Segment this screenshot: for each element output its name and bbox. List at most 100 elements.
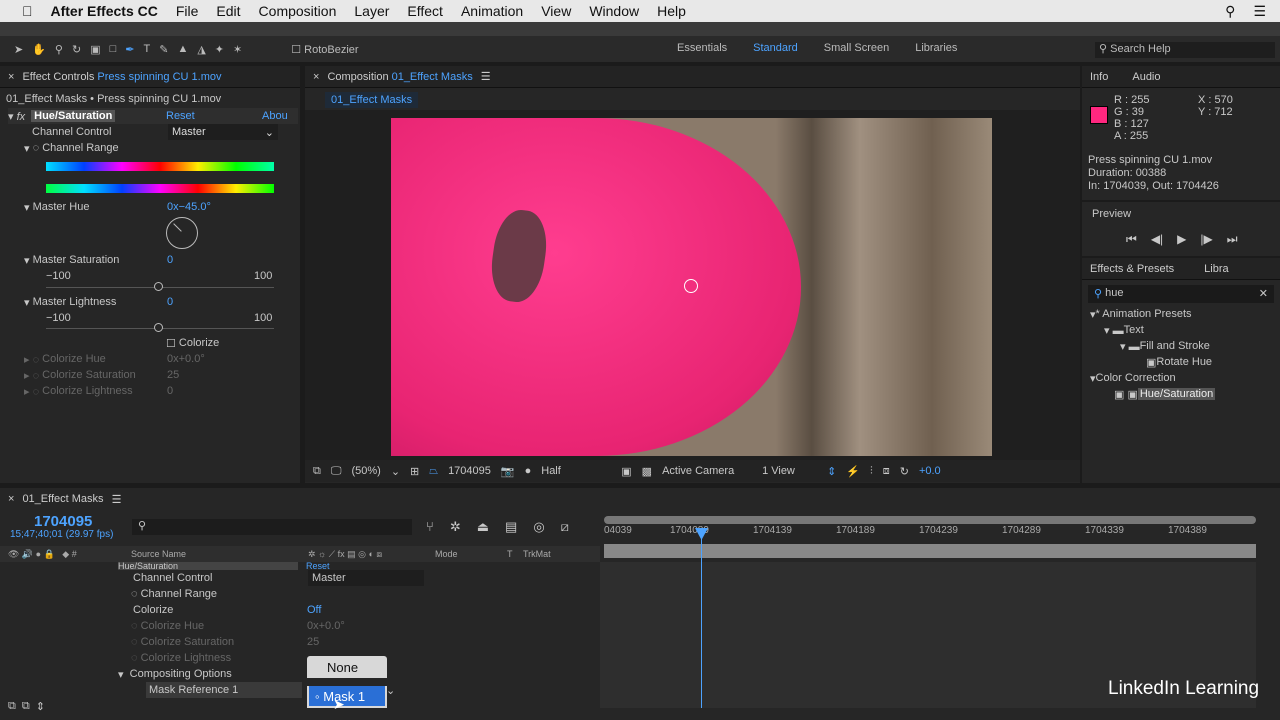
motion-blur-icon[interactable]: ◎ (533, 519, 544, 535)
close-icon[interactable]: × (8, 71, 14, 83)
lightness-slider-knob[interactable] (154, 323, 163, 332)
tl-colorize-value[interactable]: Off (307, 602, 321, 618)
in-out-icon[interactable]: ⇕ (36, 700, 45, 713)
menu-window[interactable]: Window (589, 3, 639, 19)
first-frame-icon[interactable]: ⏮ (1126, 232, 1137, 247)
work-area-bar[interactable] (604, 516, 1256, 524)
colorize-checkbox[interactable]: ☐ Colorize (166, 335, 219, 351)
transparency-grid-icon[interactable]: ▩ (642, 465, 652, 478)
puppet-tool-icon[interactable]: ✶ (233, 43, 242, 56)
effect-controls-tab[interactable]: × Effect Controls Press spinning CU 1.mov (0, 66, 300, 88)
saturation-slider-knob[interactable] (154, 282, 163, 291)
channel-control-dropdown[interactable]: Master ⌄ (168, 124, 278, 140)
workspace-standard[interactable]: Standard (753, 42, 798, 54)
menu-animation[interactable]: Animation (461, 3, 523, 19)
mask-visibility-icon[interactable]: ⏢ (429, 465, 438, 478)
region-icon[interactable]: ▣ (621, 465, 631, 478)
selection-tool-icon[interactable]: ➤ (14, 43, 23, 56)
layer-switch-icon[interactable]: ⧉ (8, 700, 16, 713)
timeline-timecode[interactable]: 1704095 (34, 513, 92, 530)
shy-icon[interactable]: ⏏ (477, 519, 489, 535)
menu-file[interactable]: File (176, 3, 199, 19)
safe-zones-icon[interactable]: ⊞ (410, 465, 419, 478)
timeline-tab[interactable]: 01_Effect Masks (22, 493, 103, 505)
hand-tool-icon[interactable]: ✋ (32, 43, 46, 56)
workspace-small-screen[interactable]: Small Screen (824, 42, 889, 54)
list-icon[interactable]: ☰ (1253, 3, 1280, 20)
source-name-header[interactable]: Source Name (131, 549, 186, 559)
prev-frame-icon[interactable]: ◀| (1151, 232, 1163, 247)
pen-tool-icon[interactable]: ✒ (125, 43, 134, 56)
tree-item-hue-saturation[interactable]: Hue/Saturation (1137, 388, 1216, 400)
tree-item-fill-stroke[interactable]: Fill and Stroke (1140, 340, 1210, 352)
channel-range-bottom-bar[interactable] (46, 184, 274, 193)
channel-icon[interactable]: ● (525, 465, 532, 477)
always-preview-icon[interactable]: ⧉ (313, 465, 321, 478)
app-name[interactable]: After Effects CC (51, 3, 158, 19)
menu-icon[interactable]: ☰ (112, 493, 122, 506)
flowchart-icon[interactable]: ⧈ (883, 465, 890, 478)
camera-dropdown[interactable]: Active Camera (662, 465, 752, 477)
master-lightness-value[interactable]: 0 (167, 294, 173, 310)
menu-help[interactable]: Help (657, 3, 686, 19)
clear-search-icon[interactable]: ✕ (1259, 287, 1268, 301)
playhead[interactable] (701, 528, 702, 708)
menu-effect[interactable]: Effect (407, 3, 443, 19)
rectangle-tool-icon[interactable]: □ (110, 43, 117, 55)
tree-item-animation-presets[interactable]: * Animation Presets (1096, 308, 1192, 320)
dropdown-option-mask-1[interactable]: ◦ Mask 1 (307, 686, 387, 708)
type-tool-icon[interactable]: T (143, 43, 150, 55)
apple-icon[interactable]:  (22, 3, 33, 19)
workspace-libraries[interactable]: Libraries (915, 42, 957, 54)
timeline-search-input[interactable]: ⚲ (132, 519, 412, 535)
comp-flowchart-icon[interactable]: ⑂ (426, 519, 434, 535)
master-saturation-value[interactable]: 0 (167, 252, 173, 268)
eraser-tool-icon[interactable]: ◮ (197, 43, 205, 56)
spotlight-icon[interactable]: ⚲ (1225, 3, 1235, 20)
menu-layer[interactable]: Layer (354, 3, 389, 19)
reset-button[interactable]: Reset (166, 110, 195, 122)
master-hue-value[interactable]: 0x−45.0° (167, 199, 211, 215)
monitor-icon[interactable]: 🖵 (331, 465, 342, 478)
mode-header[interactable]: Mode (435, 549, 458, 559)
search-help-input[interactable]: ⚲ Search Help (1095, 42, 1275, 58)
timeline-icon[interactable]: ⫶ (870, 465, 873, 478)
snapshot-icon[interactable]: 📷 (501, 465, 515, 478)
workspace-essentials[interactable]: Essentials (677, 42, 727, 54)
current-time[interactable]: 1704095 (448, 465, 491, 477)
brush-tool-icon[interactable]: ✎ (159, 43, 168, 56)
toggle-pixel-icon[interactable]: ⇕ (827, 465, 836, 478)
stamp-tool-icon[interactable]: ▲ (177, 43, 188, 55)
layer-row-hue-saturation[interactable]: Hue/Saturation (118, 562, 298, 570)
tree-item-text[interactable]: Text (1124, 324, 1144, 336)
t-header[interactable]: T (507, 549, 513, 559)
transfer-icon[interactable]: ⧉ (22, 700, 30, 713)
fast-preview-icon[interactable]: ⚡ (846, 465, 860, 478)
comp-subtab[interactable]: 01_Effect Masks (325, 92, 419, 108)
graph-editor-icon[interactable]: ⧄ (561, 519, 569, 535)
tab-info[interactable]: Info (1090, 71, 1108, 83)
zoom-dropdown[interactable]: (50%) (351, 465, 380, 477)
resolution-dropdown[interactable]: Half (541, 465, 611, 477)
tab-effects-presets[interactable]: Effects & Presets (1090, 263, 1174, 275)
composition-tab[interactable]: × Composition 01_Effect Masks ☰ (305, 66, 1080, 88)
exposure-value[interactable]: +0.0 (919, 465, 941, 477)
close-icon[interactable]: × (8, 493, 14, 505)
anchor-point-icon[interactable] (684, 279, 698, 293)
rotobezier-checkbox[interactable]: ☐ RotoBezier (291, 43, 358, 56)
trkmat-header[interactable]: TrkMat (523, 549, 551, 559)
draft-3d-icon[interactable]: ✲ (450, 519, 461, 535)
tab-audio[interactable]: Audio (1132, 71, 1160, 83)
dropdown-option-none[interactable]: None (307, 656, 387, 678)
tab-libraries[interactable]: Libra (1204, 263, 1228, 275)
play-icon[interactable]: ▶ (1177, 232, 1186, 247)
roto-tool-icon[interactable]: ✦ (215, 43, 224, 56)
menu-icon[interactable]: ☰ (481, 70, 491, 83)
about-button[interactable]: Abou (262, 110, 288, 122)
effects-search-input[interactable]: ⚲ hue ✕ (1088, 285, 1274, 303)
tree-item-color-correction[interactable]: Color Correction (1096, 372, 1176, 384)
menu-view[interactable]: View (541, 3, 571, 19)
frame-blending-icon[interactable]: ▤ (505, 519, 517, 535)
last-frame-icon[interactable]: ⏭ (1227, 232, 1238, 247)
camera-tool-icon[interactable]: ▣ (90, 43, 100, 56)
